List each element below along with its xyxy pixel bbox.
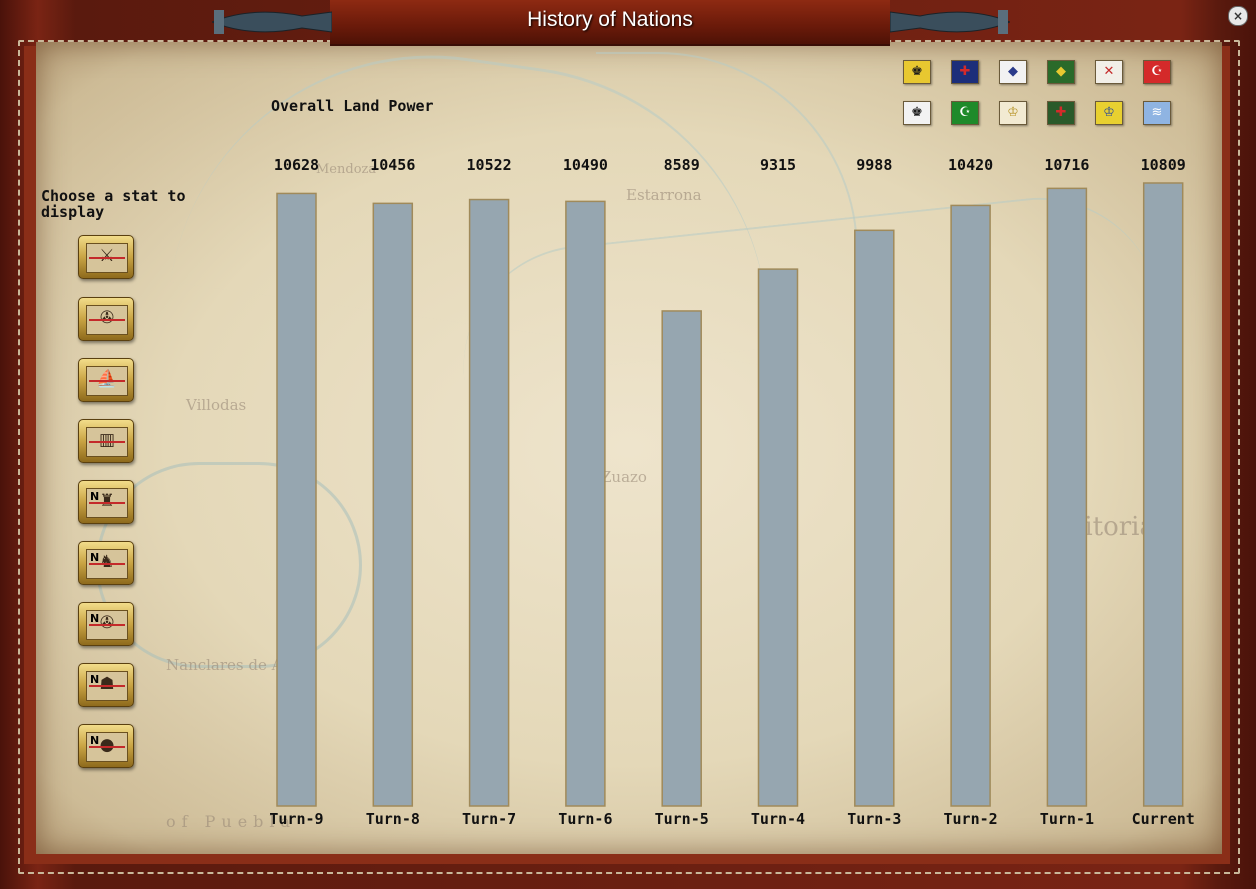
category-label: Turn-8 xyxy=(366,810,420,828)
bar-turn-8 xyxy=(372,202,414,807)
value-label: 10456 xyxy=(370,156,415,174)
bar-turn-3 xyxy=(854,229,895,807)
value-label: 10809 xyxy=(1141,156,1186,174)
value-label: 10490 xyxy=(563,156,608,174)
category-label: Turn-5 xyxy=(655,810,709,828)
bar-turn-9 xyxy=(276,192,317,807)
bar-turn-4 xyxy=(757,268,799,807)
bar-turn-2 xyxy=(950,204,991,807)
bar-turn-5 xyxy=(661,310,702,807)
category-label: Turn-4 xyxy=(751,810,805,828)
category-label: Turn-2 xyxy=(944,810,998,828)
category-label: Turn-1 xyxy=(1040,810,1094,828)
value-label: 8589 xyxy=(664,156,700,174)
history-of-nations-window: Mendoza Estarrona Villodas Zuazo Nanclar… xyxy=(0,0,1256,889)
category-label: Turn-3 xyxy=(847,810,901,828)
bar-turn-1 xyxy=(1046,187,1088,807)
category-label: Current xyxy=(1132,810,1195,828)
bar-turn-7 xyxy=(468,198,510,807)
category-label: Turn-6 xyxy=(558,810,612,828)
value-label: 10522 xyxy=(467,156,512,174)
value-label: 10628 xyxy=(274,156,319,174)
value-label: 9315 xyxy=(760,156,796,174)
land-power-bar-chart: 10628 Turn-9 10456 Turn-8 10522 Turn-7 10490 Tu… xyxy=(269,156,1195,828)
category-label: Turn-7 xyxy=(462,810,516,828)
bar-current xyxy=(1142,182,1184,807)
value-label: 9988 xyxy=(856,156,892,174)
category-label: Turn-9 xyxy=(269,810,323,828)
value-label: 10420 xyxy=(948,156,993,174)
value-label: 10716 xyxy=(1044,156,1089,174)
bar-turn-6 xyxy=(565,200,606,807)
